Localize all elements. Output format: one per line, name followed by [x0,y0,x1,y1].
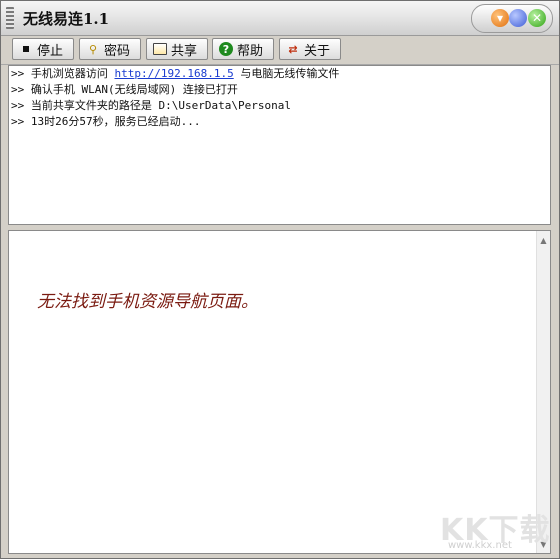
log-panel[interactable]: >> 手机浏览器访问 http://192.168.1.5 与电脑无线传输文件 … [8,65,551,225]
help-button[interactable]: ? 帮助 [212,38,274,60]
window-title: 无线易连1.1 [23,10,110,28]
close-button[interactable]: ✕ [528,9,546,27]
about-icon: ⇄ [288,42,298,56]
log-line: >> 13时26分57秒，服务已经启动... [11,115,201,128]
viewer-message: 无法找到手机资源导航页面。 [37,292,258,312]
app-window: 无线易连1.1 ▾ ✕ 停止 ⚲ 密码 共享 ? 帮助 ⇄ 关于 >> 手机浏览… [0,0,560,559]
stop-label: 停止 [37,43,64,59]
window-controls: ▾ ✕ [471,4,553,33]
help-icon: ? [219,42,233,56]
password-label: 密码 [104,43,131,59]
log-line: >> 手机浏览器访问 http://192.168.1.5 与电脑无线传输文件 [11,67,340,80]
minimize-button[interactable]: ▾ [491,9,509,27]
server-url-link[interactable]: http://192.168.1.5 [115,67,234,80]
help-label: 帮助 [237,43,264,59]
window-grip-icon [6,7,14,29]
about-button[interactable]: ⇄ 关于 [279,38,341,60]
stop-icon [19,42,33,56]
share-label: 共享 [171,43,198,59]
share-button[interactable]: 共享 [146,38,208,60]
folder-icon [153,42,167,56]
log-line: >> 确认手机 WLAN(无线局域网) 连接已打开 [11,83,238,96]
log-line: >> 当前共享文件夹的路径是 D:\UserData\Personal [11,99,291,112]
scroll-up-icon[interactable]: ▲ [537,233,550,247]
about-label: 关于 [304,43,331,59]
maximize-button[interactable] [509,9,527,27]
toolbar: 停止 ⚲ 密码 共享 ? 帮助 ⇄ 关于 [1,36,559,65]
key-icon: ⚲ [88,42,98,56]
watermark-url: www.kkx.net [448,540,512,551]
stop-button[interactable]: 停止 [12,38,74,60]
password-button[interactable]: ⚲ 密码 [79,38,141,60]
title-bar[interactable]: 无线易连1.1 ▾ ✕ [1,1,559,36]
